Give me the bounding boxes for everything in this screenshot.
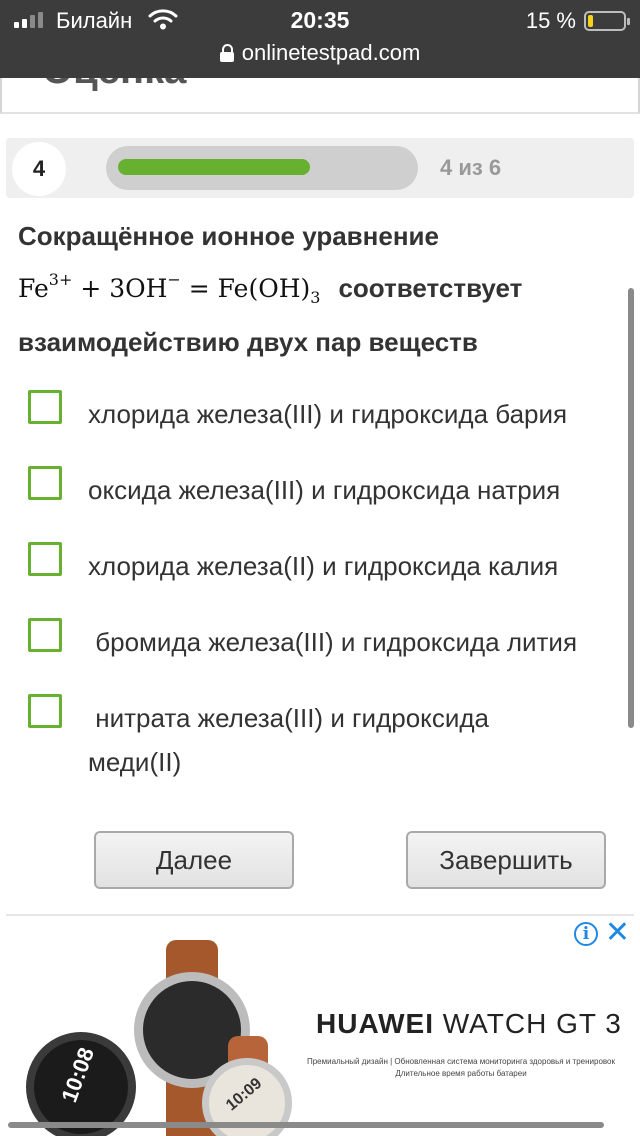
checkbox[interactable] — [28, 390, 62, 424]
progress-label: 4 из 6 — [440, 155, 502, 180]
browser-topbar: Билайн 20:35 15 % onlinetestpad.com — [0, 0, 640, 78]
address-bar[interactable]: onlinetestpad.com — [0, 40, 640, 70]
status-bar: Билайн 20:35 15 % — [0, 0, 640, 40]
checkbox[interactable] — [28, 466, 62, 500]
answer-label[interactable]: хлорида железа(III) и гидроксида бария — [88, 392, 628, 436]
previous-section: Оценка — [0, 78, 640, 114]
battery-icon — [584, 11, 630, 31]
advertisement[interactable]: i ✕ 10:08 10:09 HUAWEI WATCH GT 3 Премиа… — [6, 914, 634, 1136]
answer-label[interactable]: хлорида железа(II) и гидроксида калия — [88, 544, 628, 588]
ad-subtitle: Премиальный дизайн | Обновленная система… — [306, 1057, 616, 1078]
ad-info-icon[interactable]: i — [574, 922, 598, 946]
ionic-equation: Fe3+ + 3OH− = Fe(OH)3 — [18, 270, 321, 307]
ad-brand[interactable]: HUAWEI WATCH GT 3 — [316, 1008, 622, 1040]
answer-label[interactable]: нитрата железа(III) и гидроксида меди(II… — [88, 696, 558, 784]
previous-section-title: Оценка — [42, 78, 186, 93]
close-icon[interactable]: ✕ — [605, 918, 630, 948]
answer-label[interactable]: оксида железа(III) и гидроксида натрия — [88, 468, 628, 512]
test-page: Оценка 4 4 из 6 Сокращённое ионное уравн… — [0, 78, 640, 1136]
battery-percent: 15 % — [525, 8, 576, 33]
question-text: Сокращённое ионное уравнение Fe3+ + 3OH−… — [18, 214, 618, 364]
next-button[interactable]: Далее — [94, 831, 294, 889]
finish-button[interactable]: Завершить — [406, 831, 606, 889]
checkbox[interactable] — [28, 694, 62, 728]
answer-label[interactable]: бромида железа(III) и гидроксида лития — [88, 620, 628, 664]
question-header: 4 4 из 6 — [6, 138, 634, 198]
progress-bar — [106, 146, 418, 190]
question-intro: Сокращённое ионное уравнение — [18, 221, 439, 251]
checkbox[interactable] — [28, 618, 62, 652]
lock-icon — [219, 44, 234, 62]
checkbox[interactable] — [28, 542, 62, 576]
url-text: onlinetestpad.com — [241, 40, 421, 65]
progress-fill — [118, 159, 310, 175]
question-number: 4 — [12, 142, 66, 196]
page-scrollbar[interactable] — [628, 288, 634, 728]
horizontal-scrollbar[interactable] — [8, 1122, 604, 1128]
